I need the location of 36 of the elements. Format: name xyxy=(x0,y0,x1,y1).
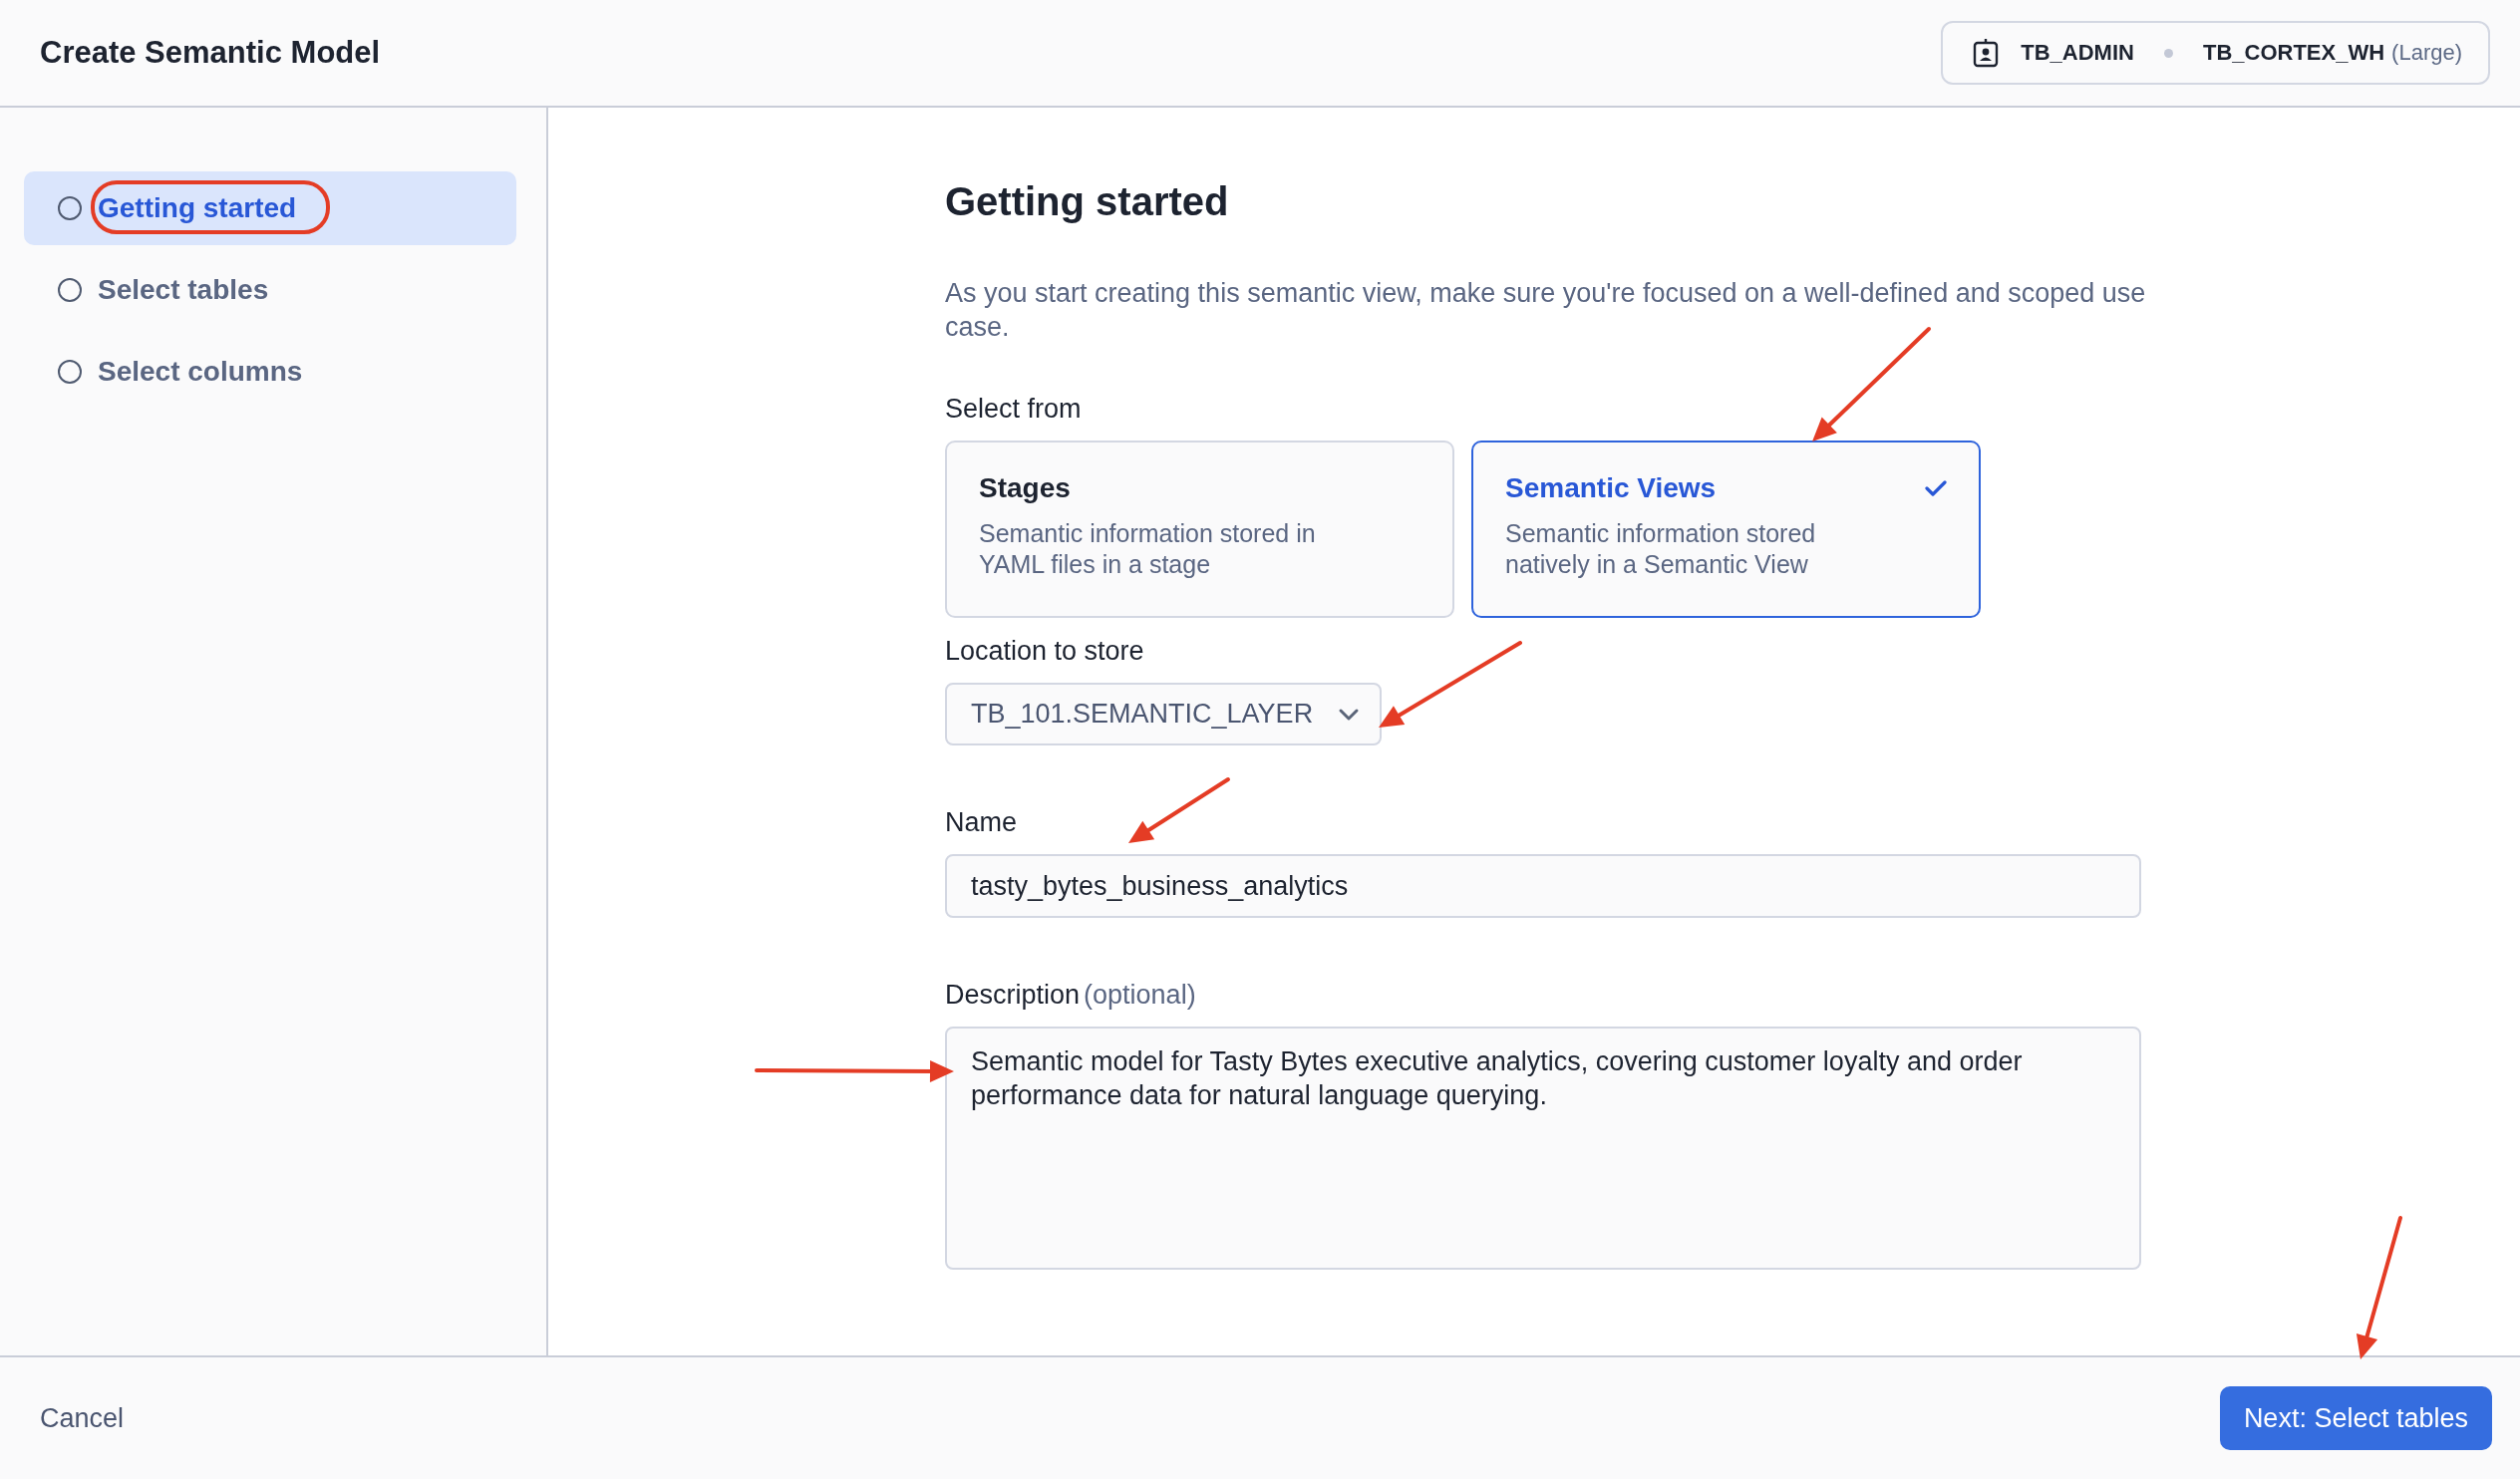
step-item[interactable]: Select tables xyxy=(24,253,516,327)
role-name: TB_ADMIN xyxy=(2021,40,2134,66)
chevron-down-icon xyxy=(1338,707,1360,722)
id-badge-icon xyxy=(1973,38,2000,68)
step-item[interactable]: Select columns xyxy=(24,335,516,409)
description-input-field[interactable]: Semantic model for Tasty Bytes executive analytics, covering customer loyalty and order performance data for natural language querying. xyxy=(945,1027,2141,1270)
option-card[interactable]: Semantic Views Semantic information stored natively in a Semantic View xyxy=(1471,441,1981,618)
option-description: Semantic information stored natively in a Semantic View xyxy=(1505,518,1817,580)
field-label: Description xyxy=(945,980,1081,1011)
option-title: Stages xyxy=(979,472,1071,504)
field-label: Name xyxy=(945,807,1019,838)
step-item[interactable]: Getting started xyxy=(24,171,516,245)
separator-dot-icon xyxy=(2163,48,2173,58)
warehouse-size: (Large) xyxy=(2391,40,2462,66)
intro-text: As you start creating this semantic view, make sure you're focused on a well-defined and scoped use case. xyxy=(945,277,2147,344)
warehouse-name: TB_CORTEX_WH xyxy=(2202,40,2385,66)
step-label: Getting started xyxy=(98,192,297,224)
context-selector[interactable]: TB_ADMIN TB_CORTEX_WH (Large) xyxy=(1941,21,2490,85)
option-card[interactable]: Stages Semantic information stored in YAML files in a stage xyxy=(945,441,1454,618)
name-input-field[interactable]: tasty_bytes_business_analytics xyxy=(945,854,2141,918)
option-description: Semantic information stored in YAML files in a stage xyxy=(979,518,1317,580)
checkmark-icon xyxy=(1925,479,1947,497)
option-title: Semantic Views xyxy=(1505,472,1717,504)
step-circle-icon xyxy=(58,360,82,384)
step-circle-icon xyxy=(58,196,82,220)
cancel-button[interactable]: Cancel xyxy=(16,1394,149,1442)
window-title: Create Semantic Model xyxy=(40,35,381,71)
step-circle-icon xyxy=(58,278,82,302)
step-label: Select columns xyxy=(98,356,303,388)
field-label: Select from xyxy=(945,394,1083,425)
next-button[interactable]: Next: Select tables xyxy=(2219,1386,2492,1450)
step-label: Select tables xyxy=(98,274,269,306)
optional-hint: (optional) xyxy=(1084,980,1196,1011)
page-heading: Getting started xyxy=(945,179,1230,224)
location-dropdown[interactable]: TB_101.SEMANTIC_LAYER xyxy=(945,683,1382,745)
field-label: Location to store xyxy=(945,636,1145,667)
